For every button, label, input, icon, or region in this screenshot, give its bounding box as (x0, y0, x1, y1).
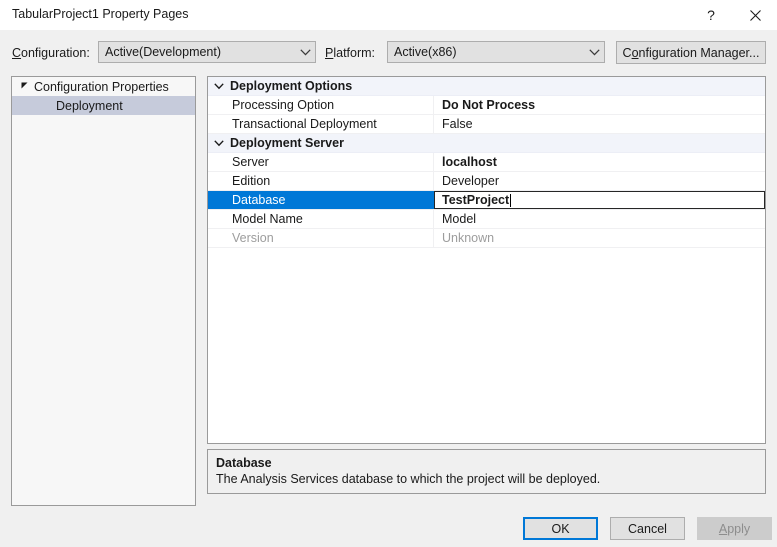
grid-property-name: Version (208, 229, 434, 247)
grid-property-row[interactable]: Server localhost (208, 153, 765, 172)
grid-property-value-cell[interactable]: TestProject (434, 191, 765, 209)
grid-property-name: Transactional Deployment (208, 115, 434, 133)
text-caret (510, 194, 511, 207)
grid-category-label: Deployment Options (230, 77, 352, 95)
ok-button-label: OK (551, 522, 569, 536)
close-x-icon (750, 10, 761, 21)
configuration-manager-button[interactable]: Configuration Manager... (616, 41, 766, 64)
grid-property-row[interactable]: Transactional Deployment False (208, 115, 765, 134)
grid-property-row-version: Version Unknown (208, 229, 765, 248)
grid-property-value[interactable]: Model (434, 210, 765, 228)
grid-property-name: Database (208, 191, 434, 209)
configuration-label: Configuration: (12, 46, 90, 60)
database-value-text: TestProject (442, 193, 509, 207)
database-value-input[interactable]: TestProject (434, 191, 765, 209)
apply-accel: A (719, 522, 727, 536)
configuration-bar: Configuration: Active(Development) Platf… (0, 30, 777, 75)
grid-property-row[interactable]: Edition Developer (208, 172, 765, 191)
ok-button[interactable]: OK (523, 517, 598, 540)
cancel-button-label: Cancel (628, 522, 667, 536)
window-title: TabularProject1 Property Pages (12, 7, 188, 21)
tree-item-configuration-properties[interactable]: Configuration Properties (12, 77, 195, 96)
grid-property-row[interactable]: Model Name Model (208, 210, 765, 229)
grid-category-label: Deployment Server (230, 134, 344, 152)
apply-button: Apply (697, 517, 772, 540)
chevron-down-icon[interactable] (208, 77, 230, 95)
question-mark-icon: ? (707, 8, 715, 22)
chevron-down-icon (584, 49, 604, 56)
grid-category-row[interactable]: Deployment Options (208, 77, 765, 96)
platform-label: Platform: (325, 46, 375, 60)
cfgmgr-pre: C (623, 46, 632, 60)
configuration-label-rest: onfiguration: (21, 46, 90, 60)
tree-item-deployment[interactable]: Deployment (12, 96, 195, 115)
description-text: The Analysis Services database to which … (216, 471, 757, 488)
help-button[interactable]: ? (689, 0, 733, 30)
description-title: Database (216, 455, 757, 471)
chevron-down-icon[interactable] (208, 134, 230, 152)
configuration-label-accel: C (12, 46, 21, 60)
platform-label-rest: latform: (333, 46, 375, 60)
triangle-expanded-icon[interactable] (20, 82, 34, 91)
configuration-manager-label: Configuration Manager... (623, 46, 760, 60)
grid-property-value: Unknown (434, 229, 765, 247)
platform-dropdown-value: Active(x86) (388, 45, 584, 59)
configuration-dropdown-value: Active(Development) (99, 45, 295, 59)
close-button[interactable] (733, 0, 777, 30)
property-grid[interactable]: Deployment Options Processing Option Do … (207, 76, 766, 444)
grid-property-value[interactable]: False (434, 115, 765, 133)
cancel-button[interactable]: Cancel (610, 517, 685, 540)
description-pane: Database The Analysis Services database … (207, 449, 766, 494)
configuration-dropdown[interactable]: Active(Development) (98, 41, 316, 63)
platform-dropdown[interactable]: Active(x86) (387, 41, 605, 63)
configuration-properties-tree[interactable]: Configuration Properties Deployment (11, 76, 196, 506)
title-bar: TabularProject1 Property Pages ? (0, 0, 777, 30)
grid-category-row[interactable]: Deployment Server (208, 134, 765, 153)
grid-property-row-database[interactable]: Database TestProject (208, 191, 765, 210)
grid-property-value[interactable]: Do Not Process (434, 96, 765, 114)
apply-rest: pply (727, 522, 750, 536)
grid-property-row[interactable]: Processing Option Do Not Process (208, 96, 765, 115)
tree-item-label: Configuration Properties (34, 80, 169, 94)
grid-property-name: Edition (208, 172, 434, 190)
cfgmgr-accel: o (632, 46, 639, 60)
grid-property-name: Model Name (208, 210, 434, 228)
tree-item-label: Deployment (56, 99, 123, 113)
chevron-down-icon (295, 49, 315, 56)
apply-button-label: Apply (719, 522, 750, 536)
grid-property-name: Server (208, 153, 434, 171)
grid-property-name: Processing Option (208, 96, 434, 114)
grid-property-value[interactable]: localhost (434, 153, 765, 171)
grid-property-value[interactable]: Developer (434, 172, 765, 190)
cfgmgr-rest: nfiguration Manager... (639, 46, 760, 60)
